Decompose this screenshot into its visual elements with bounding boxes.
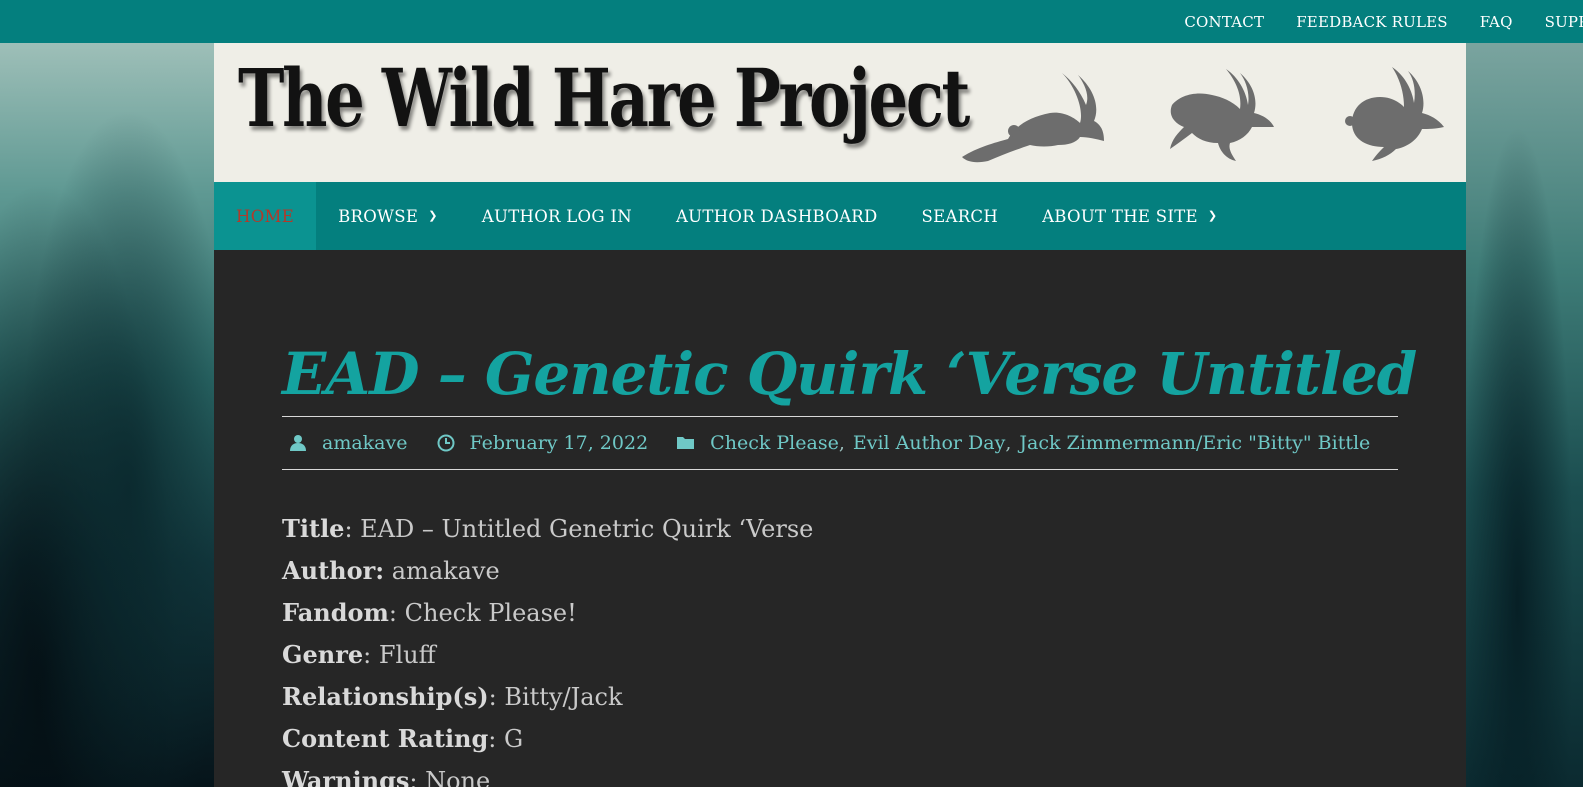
nav-item-about-the-site[interactable]: ABOUT THE SITE ❯ (1020, 182, 1239, 250)
top-link-contact[interactable]: CONTACT (1184, 13, 1264, 31)
field-content-rating: Content Rating: G (282, 724, 524, 753)
field-author: Author: amakave (282, 556, 500, 585)
user-icon (288, 433, 308, 453)
page-container: The Wild Hare Project HOME BROWSE ❯ AUTH… (214, 43, 1466, 787)
nav-item-author-dashboard[interactable]: AUTHOR DASHBOARD (654, 182, 900, 250)
top-bar: CONTACT FEEDBACK RULES FAQ SUPPO (0, 0, 1583, 43)
background-forest-left (0, 43, 214, 787)
hare-icon (1345, 67, 1444, 161)
category-link[interactable]: Check Please (710, 432, 839, 454)
clock-icon (436, 433, 456, 453)
post-title[interactable]: EAD – Genetic Quirk ‘Verse Untitled (282, 340, 1417, 408)
nav-item-label: HOME (236, 206, 295, 226)
field-title: Title: EAD – Untitled Genetric Quirk ‘Ve… (282, 514, 814, 543)
field-genre: Genre: Fluff (282, 640, 436, 669)
post-meta: amakave February 17, 2022 Check Please, … (282, 416, 1398, 470)
nav-item-label: AUTHOR LOG IN (481, 206, 632, 226)
chevron-down-icon: ❯ (428, 208, 438, 222)
field-fandom: Fandom: Check Please! (282, 598, 577, 627)
category-link[interactable]: Jack Zimmermann/Eric "Bitty" Bittle (1019, 432, 1370, 454)
nav-item-label: BROWSE (338, 206, 419, 226)
top-link-faq[interactable]: FAQ (1480, 13, 1513, 31)
nav-item-label: AUTHOR DASHBOARD (675, 206, 878, 226)
field-relationships: Relationship(s): Bitty/Jack (282, 682, 623, 711)
top-links: CONTACT FEEDBACK RULES FAQ SUPPO (1152, 0, 1583, 43)
top-link-feedback-rules[interactable]: FEEDBACK RULES (1296, 13, 1448, 31)
nav-item-label: ABOUT THE SITE (1042, 206, 1198, 226)
hare-icon (1170, 69, 1274, 161)
story-fields: Title: EAD – Untitled Genetric Quirk ‘Ve… (282, 508, 813, 787)
hare-icon (962, 73, 1104, 163)
nav-item-home[interactable]: HOME (214, 182, 317, 250)
top-link-support[interactable]: SUPPO (1545, 13, 1583, 31)
nav-item-label: SEARCH (921, 206, 999, 226)
post-author-link[interactable]: amakave (322, 432, 408, 454)
nav-item-search[interactable]: SEARCH (900, 182, 1021, 250)
site-logo[interactable]: The Wild Hare Project (238, 51, 970, 145)
folder-icon (676, 433, 696, 453)
chevron-down-icon: ❯ (1207, 208, 1218, 222)
post-date-link[interactable]: February 17, 2022 (470, 432, 649, 454)
field-warnings: Warnings: None (282, 766, 491, 787)
post-content: EAD – Genetic Quirk ‘Verse Untitled amak… (214, 250, 1466, 787)
background-forest-right (1452, 43, 1583, 787)
main-nav: HOME BROWSE ❯ AUTHOR LOG IN AUTHOR DASHB… (214, 182, 1466, 250)
site-header[interactable]: The Wild Hare Project (214, 43, 1466, 182)
category-link[interactable]: Evil Author Day (853, 432, 1005, 454)
nav-item-browse[interactable]: BROWSE ❯ (316, 182, 460, 250)
nav-item-author-log-in[interactable]: AUTHOR LOG IN (460, 182, 654, 250)
